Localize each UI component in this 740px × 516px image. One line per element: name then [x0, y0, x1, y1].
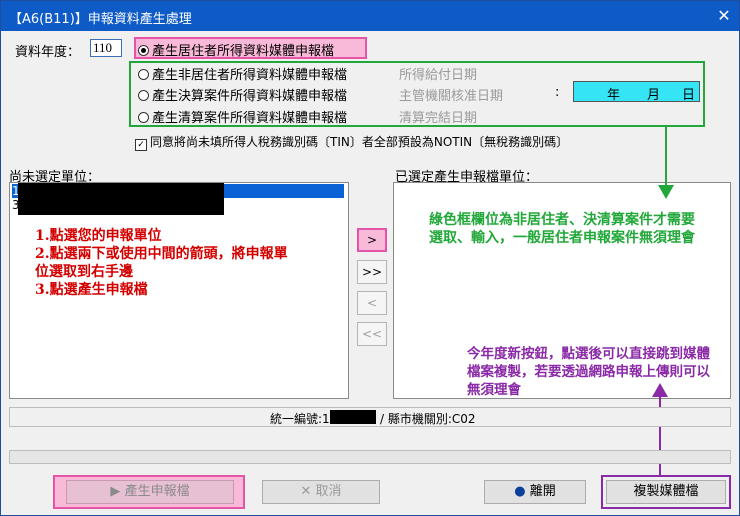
redacted-unit-names [18, 183, 224, 215]
generate-file-button[interactable]: ▶ 產生申報檔 [66, 480, 234, 504]
date-month-unit: 月 [647, 88, 661, 103]
leave-button[interactable]: ● 離開 [484, 480, 586, 504]
green-box-note: 綠色框欄位為非居住者、決清算案件才需要選取、輸入，一般居住者申報案件無須理會 [429, 212, 695, 246]
agency-code-label: / 縣市機關別:C02 [380, 412, 476, 426]
radio-resident[interactable]: 產生居住者所得資料媒體申報檔 [138, 40, 334, 59]
redacted-tax-id [330, 410, 376, 424]
year-input[interactable] [90, 39, 122, 57]
move-right-button[interactable]: > [357, 228, 387, 252]
radio-checked-icon [138, 45, 149, 56]
radio-nonresident[interactable]: 產生非居住者所得資料媒體申報檔 [138, 64, 347, 83]
title-bar: 【A6(B11)】申報資料產生處理 ✕ [1, 1, 739, 31]
payment-date-label: 所得給付日期 [399, 68, 478, 83]
notin-checkbox[interactable]: ✓ 同意將尚未填所得人稅務識別碼〔TIN〕者全部預設為NOTIN〔無稅務識別碼〕 [135, 133, 568, 151]
window-title: 【A6(B11)】申報資料產生處理 [9, 12, 192, 27]
cancel-button[interactable]: ✕ 取消 [262, 480, 380, 504]
radio-liquidation[interactable]: 產生清算案件所得資料媒體申報檔 [138, 107, 347, 126]
move-all-left-button[interactable]: << [357, 322, 387, 346]
status-bar: 統一編號:1 / 縣市機關別:C02 [9, 407, 731, 427]
move-left-button[interactable]: < [357, 291, 387, 315]
close-button[interactable]: ✕ [713, 5, 735, 27]
radio-final-account[interactable]: 產生決算案件所得資料媒體申報檔 [138, 85, 347, 104]
radio-unchecked-icon [138, 90, 149, 101]
liquidation-date-label: 清算完結日期 [399, 111, 478, 126]
date-year-unit: 年 [607, 88, 621, 103]
generate-icon: ▶ [110, 484, 121, 499]
cancel-icon: ✕ [300, 484, 312, 499]
date-input[interactable]: 年 月 日 [573, 81, 700, 103]
dialog-window: 【A6(B11)】申報資料產生處理 ✕ 資料年度： 產生居住者所得資料媒體申報檔… [0, 0, 740, 516]
date-colon: : [555, 85, 560, 100]
instruction-note: 1.點選您的申報單位 2.點選兩下或使用中間的箭頭，將申報單 位選取到右手邊 3… [35, 228, 288, 298]
unselected-units-list[interactable]: 1 3 1.點選您的申報單位 2.點選兩下或使用中間的箭頭，將申報單 位選取到右… [9, 182, 349, 399]
radio-unchecked-icon [138, 112, 149, 123]
green-arrow-icon [658, 127, 674, 199]
copy-media-button[interactable]: 複製媒體檔 [606, 480, 726, 504]
tax-id-label: 統一編號:1 [270, 412, 330, 426]
year-label: 資料年度： [15, 45, 81, 60]
date-day-unit: 日 [682, 88, 696, 103]
checkmark-icon: ✓ [135, 139, 147, 151]
move-all-right-button[interactable]: >> [357, 260, 387, 284]
power-icon: ● [514, 484, 526, 499]
copy-button-note: 今年度新按鈕，點選後可以直接跳到媒體檔案複製，若要透過網路申報上傳則可以無須理會 [467, 346, 710, 398]
progress-bar [9, 450, 731, 464]
radio-unchecked-icon [138, 69, 149, 80]
approval-date-label: 主管機關核准日期 [399, 89, 504, 104]
